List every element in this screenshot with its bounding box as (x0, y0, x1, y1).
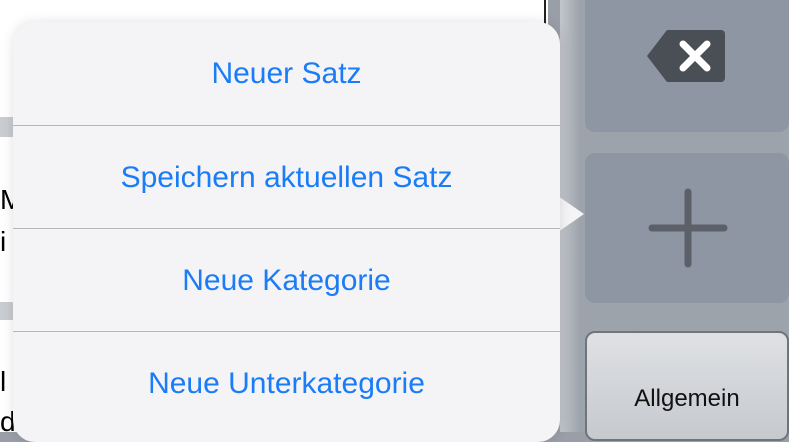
background-gray-band (0, 302, 14, 320)
category-key-allgemein[interactable]: Allgemein (585, 331, 789, 441)
popover-menu: Neuer Satz Speichern aktuellen Satz Neue… (13, 22, 560, 442)
delete-backspace-icon (647, 30, 725, 82)
background-text-char: i (0, 226, 7, 257)
menu-item-neuer-satz[interactable]: Neuer Satz (13, 22, 560, 125)
background-text-char: l (0, 366, 7, 397)
plus-icon (648, 188, 728, 268)
menu-item-speichern-aktuellen-satz[interactable]: Speichern aktuellen Satz (13, 126, 560, 229)
popover-arrow (558, 196, 584, 232)
menu-item-neue-unterkategorie[interactable]: Neue Unterkategorie (13, 332, 560, 435)
menu-item-neue-kategorie[interactable]: Neue Kategorie (13, 229, 560, 332)
category-key-label: Allgemein (634, 385, 740, 412)
background-gray-band (0, 117, 14, 137)
